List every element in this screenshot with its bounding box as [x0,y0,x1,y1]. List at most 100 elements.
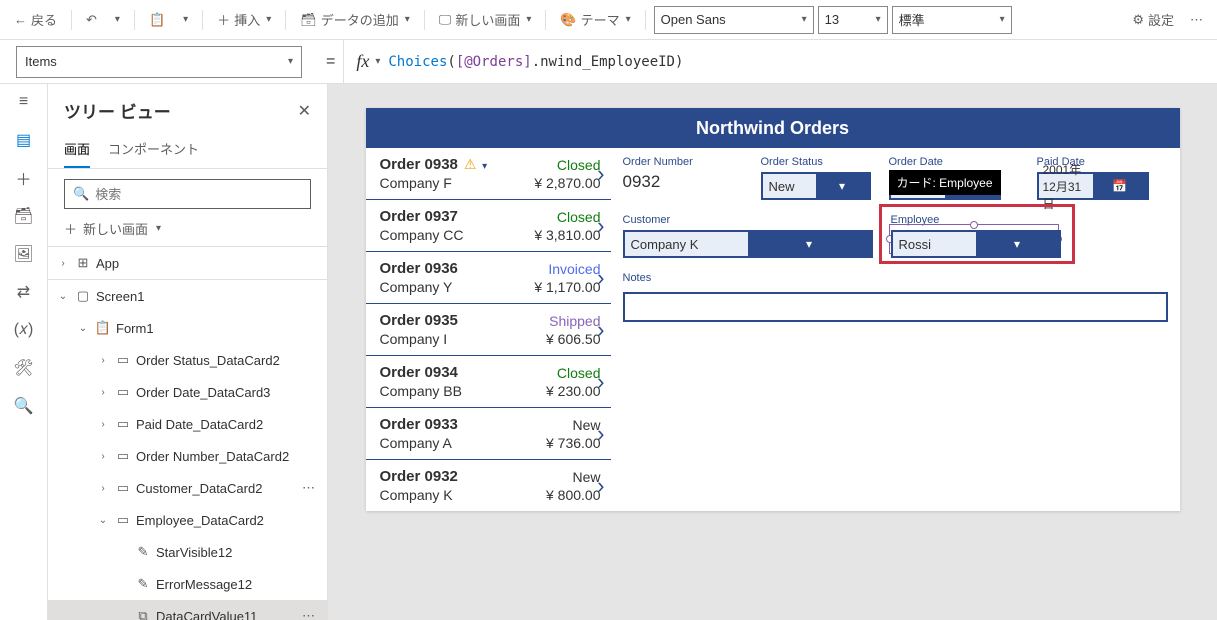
tree-node-form1[interactable]: ⌄ 📋 Form1 [48,312,327,344]
tab-screens[interactable]: 画面 [64,133,90,168]
customer-combo[interactable]: Company K▾ [623,230,873,258]
chevron-right-icon[interactable]: › [597,161,604,187]
screen-icon: 🖵 [439,12,452,28]
palette-icon: 🎨 [560,12,576,28]
tree-node-card[interactable]: ›▭Order Number_DataCard2 [48,440,327,472]
order-date-label: Order Date [889,156,1019,168]
tree-node-card[interactable]: ›▭Customer_DataCard2⋯ [48,472,327,504]
screen-icon: ▢ [74,287,92,305]
order-number-label: Order Number [623,156,743,168]
more-button[interactable]: ⋯ [1184,8,1209,32]
undo-split[interactable]: ▾ [107,10,126,29]
card-tooltip: カード: Employee [889,170,1001,195]
data-icon[interactable]: 🗃 [14,206,34,226]
add-data-button[interactable]: 🗃 データの追加 ▾ [294,6,416,33]
data-icon: 🗃 [300,12,317,28]
insert-button[interactable]: ＋ 挿入 ▾ [211,6,277,33]
card-icon: ▭ [114,511,132,529]
tree-view-icon[interactable]: ▤ [14,130,34,150]
tree-node-leaf[interactable]: ⧉DataCardValue11⋯ [48,600,327,620]
tree-node-card[interactable]: ⌄▭Employee_DataCard2 [48,504,327,536]
tree-node-leaf[interactable]: ✎ErrorMessage12 [48,568,327,600]
card-icon: ▭ [114,447,132,465]
customer-label: Customer [623,214,873,226]
tree-node-card[interactable]: ›▭Order Date_DataCard3 [48,376,327,408]
chevron-right-icon[interactable]: › [597,473,604,499]
order-status-combo[interactable]: New▾ [761,172,871,200]
tree-node-card[interactable]: ›▭Paid Date_DataCard2 [48,408,327,440]
paste-split[interactable]: ▾ [175,10,194,29]
search-icon: 🔍 [73,186,89,202]
form-icon: 📋 [94,319,112,337]
card-icon: ▭ [114,415,132,433]
paste-button[interactable]: 📋 [143,8,171,32]
card-icon: ▭ [114,351,132,369]
settings-button[interactable]: ⚙ 設定 [1126,6,1180,33]
search-input[interactable]: 🔍 [64,179,311,209]
media-icon[interactable]: 🖼 [14,244,34,264]
order-row[interactable]: Order 0934ClosedCompany BB¥ 230.00› [366,356,611,408]
close-icon[interactable]: ✕ [298,101,311,121]
formula-bar: Items▾ = fx▾ Choices([@Orders].nwind_Emp… [0,40,1217,84]
tree-node-screen1[interactable]: ⌄ ▢ Screen1 [48,280,327,312]
theme-button[interactable]: 🎨 テーマ ▾ [554,6,636,33]
order-row[interactable]: Order 0937ClosedCompany CC¥ 3,810.00› [366,200,611,252]
chevron-right-icon[interactable]: › [597,317,604,343]
back-label: 戻る [31,10,57,29]
tree-view-panel: ツリー ビュー ✕ 画面 コンポーネント 🔍 ＋ 新しい画面 ▾ › ⊞ App [48,84,328,620]
order-row[interactable]: Order 0933NewCompany A¥ 736.00› [366,408,611,460]
card-icon: ▭ [114,479,132,497]
label-icon: ✎ [134,575,152,593]
notes-input[interactable] [623,292,1168,322]
employee-combo[interactable]: Rossi▾ [891,230,1061,258]
new-screen-button[interactable]: 🖵 新しい画面 ▾ [433,6,538,33]
canvas-area: Northwind Orders Order 0938⚠ ▾Closed Com… [328,84,1217,620]
detail-form: Order Number 0932 Order Status New▾ Orde… [611,148,1180,511]
back-button[interactable]: ← 戻る [8,6,63,33]
ribbon: ← 戻る ↶ ▾ 📋 ▾ ＋ 挿入 ▾ 🗃 データの追加 ▾ 🖵 新しい画面 ▾… [0,0,1217,40]
gear-icon: ⚙ [1132,12,1144,28]
chevron-right-icon[interactable]: › [597,213,604,239]
paid-date-picker[interactable]: 2001年12月31日📅 [1037,172,1149,200]
chevron-right-icon[interactable]: › [597,421,604,447]
tree-node-card[interactable]: ›▭Order Status_DataCard2 [48,344,327,376]
combobox-icon: ⧉ [134,607,152,620]
order-gallery[interactable]: Order 0938⚠ ▾Closed Company F¥ 2,870.00 … [366,148,611,511]
order-row[interactable]: Order 0935ShippedCompany I¥ 606.50› [366,304,611,356]
order-row[interactable]: Order 0936InvoicedCompany Y¥ 1,170.00› [366,252,611,304]
app-icon: ⊞ [74,254,92,272]
insert-icon[interactable]: ＋ [14,168,34,188]
plus-icon: ＋ [64,219,77,238]
order-row[interactable]: Order 0932NewCompany K¥ 800.00› [366,460,611,511]
variables-icon[interactable]: (𝑥) [14,320,34,340]
more-icon[interactable]: ⋯ [298,608,319,620]
app-title: Northwind Orders [366,108,1180,148]
tree-node-leaf[interactable]: ✎StarVisible12 [48,536,327,568]
fx-icon[interactable]: fx [352,51,373,72]
font-size-select[interactable]: 13▾ [818,6,888,34]
chevron-right-icon[interactable]: › [597,369,604,395]
tools-icon[interactable]: 🛠 [14,358,34,378]
app-canvas[interactable]: Northwind Orders Order 0938⚠ ▾Closed Com… [366,108,1180,511]
font-name-select[interactable]: Open Sans▾ [654,6,814,34]
more-icon[interactable]: ⋯ [298,480,319,496]
chevron-right-icon[interactable]: › [597,265,604,291]
undo-button[interactable]: ↶ [80,8,103,32]
order-row[interactable]: Order 0938⚠ ▾Closed Company F¥ 2,870.00 … [366,148,611,200]
search-icon[interactable]: 🔍 [14,396,34,416]
calendar-icon: 📅 [1093,174,1147,198]
tab-components[interactable]: コンポーネント [108,133,199,168]
order-status-label: Order Status [761,156,871,168]
property-selector[interactable]: Items▾ [16,46,302,78]
flows-icon[interactable]: ⇄ [14,282,34,302]
font-weight-select[interactable]: 標準▾ [892,6,1012,34]
tree-title: ツリー ビュー [64,98,171,123]
left-rail: ≡ ▤ ＋ 🗃 🖼 ⇄ (𝑥) 🛠 🔍 [0,84,48,620]
new-screen-link[interactable]: ＋ 新しい画面 ▾ [48,215,327,246]
chevron-down-icon: ▾ [748,232,871,256]
tree-node-app[interactable]: › ⊞ App [48,247,327,279]
notes-label: Notes [623,272,1168,284]
card-icon: ▭ [114,383,132,401]
formula-input[interactable]: Choices([@Orders].nwind_EmployeeID) [380,54,683,70]
hamburger-icon[interactable]: ≡ [14,92,34,112]
